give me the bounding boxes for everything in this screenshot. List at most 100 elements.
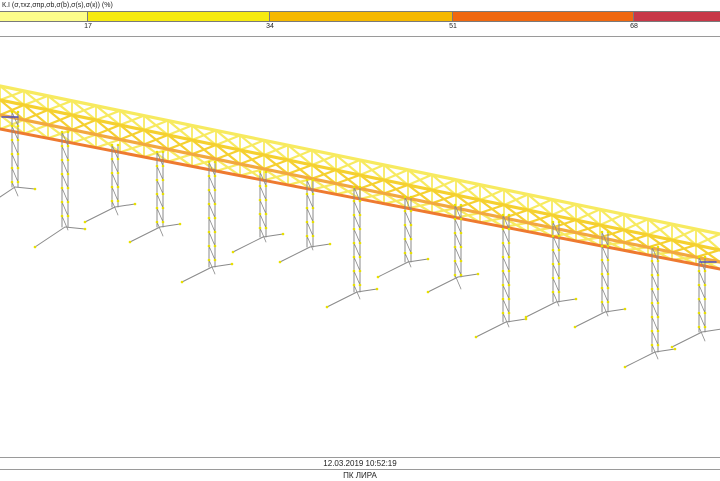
support-node (311, 192, 315, 196)
support-node (459, 231, 463, 235)
support-node (358, 269, 362, 273)
support-node (161, 220, 165, 224)
support-node (16, 124, 20, 128)
truss-diagonal (430, 178, 458, 192)
support-brace (11, 139, 19, 155)
support-node (10, 166, 14, 170)
support-node (409, 223, 413, 227)
legend-segment-2 (88, 12, 270, 21)
truss-bridge-model[interactable] (0, 37, 720, 457)
support-brace (306, 193, 314, 209)
support-node (358, 241, 362, 245)
support-node (60, 186, 64, 190)
support-node (10, 110, 14, 114)
support-node (66, 214, 70, 218)
truss-diagonal (70, 133, 98, 145)
truss-diagonal (502, 193, 530, 207)
support-node (453, 259, 457, 263)
support-brace (353, 200, 361, 216)
support-node (155, 220, 159, 224)
support-strut (129, 226, 161, 243)
truss-diagonal (574, 208, 602, 222)
support-node (656, 259, 660, 263)
truss-diagonal (190, 157, 218, 168)
support-strut (0, 186, 16, 198)
support-node (403, 209, 407, 213)
support-brace (552, 263, 560, 279)
support-node (507, 241, 511, 245)
support-brace (208, 231, 216, 247)
support-brace (651, 260, 659, 276)
support-node (60, 158, 64, 162)
support-node (161, 178, 165, 182)
truss-diagonal (310, 168, 338, 180)
truss-diagonal (118, 114, 146, 127)
support-node (161, 150, 165, 154)
support-brace (404, 224, 412, 240)
support-brace (552, 249, 560, 265)
support-node (600, 300, 604, 304)
support-node (600, 272, 604, 276)
support-node (155, 206, 159, 210)
support-node (33, 245, 37, 249)
support-brace (698, 284, 706, 300)
status-footer: 12.03.2019 10:52:19 ПК ЛИРА (0, 457, 720, 481)
support-node (507, 227, 511, 231)
support-brace (259, 227, 267, 243)
support-node (507, 283, 511, 287)
truss-diagonal (430, 193, 458, 205)
support-node (305, 220, 309, 224)
truss-diagonal (262, 172, 290, 182)
truss-diagonal (46, 99, 74, 112)
support-node (650, 287, 654, 291)
support-node (459, 203, 463, 207)
support-node (207, 258, 211, 262)
truss-diagonal (670, 227, 698, 242)
support-brace (353, 256, 361, 272)
support-brace (651, 274, 659, 290)
support-node (557, 290, 561, 294)
support-node (231, 250, 235, 254)
truss-diagonal (214, 134, 242, 147)
legend-tick: 68 (630, 23, 638, 30)
support-strut (232, 236, 264, 253)
support-brace (259, 199, 267, 215)
support-node (551, 220, 555, 224)
support-node (650, 315, 654, 319)
support-node (110, 157, 114, 161)
truss-diagonal (94, 123, 122, 136)
support-node (66, 172, 70, 176)
truss-diagonal (670, 243, 698, 254)
support-node (60, 200, 64, 204)
support-node (207, 202, 211, 206)
support-node (551, 248, 555, 252)
truss-diagonal (214, 148, 242, 161)
truss-diagonal (94, 138, 122, 149)
support-node (311, 178, 315, 182)
support-brace (353, 228, 361, 244)
support-brace (353, 270, 361, 286)
legend-title: К.I (σ,τxz,σпр,σb,σ(b),σ(s),σ(к)) (%) (0, 0, 720, 11)
support-node (606, 244, 610, 248)
support-node (60, 130, 64, 134)
truss-diagonal (190, 143, 218, 156)
truss-diagonal (574, 223, 602, 234)
truss-diagonal (622, 233, 650, 244)
support-brace (156, 193, 164, 209)
truss-diagonal (478, 188, 506, 202)
truss-diagonal (118, 128, 146, 141)
support-node (501, 283, 505, 287)
stress-legend: К.I (σ,τxz,σпр,σb,σ(b),σ(s),σ(к)) (%) 17… (0, 0, 720, 37)
support-brace (11, 167, 19, 183)
support-node (264, 170, 268, 174)
support-node (453, 273, 457, 277)
support-node (453, 245, 457, 249)
support-brace (61, 187, 69, 203)
model-viewport[interactable] (0, 37, 720, 457)
support-brace (61, 201, 69, 217)
support-node (453, 231, 457, 235)
support-node (133, 202, 137, 206)
support-brace (111, 172, 119, 188)
truss-diagonal (334, 173, 362, 185)
truss-diagonal (166, 138, 194, 151)
